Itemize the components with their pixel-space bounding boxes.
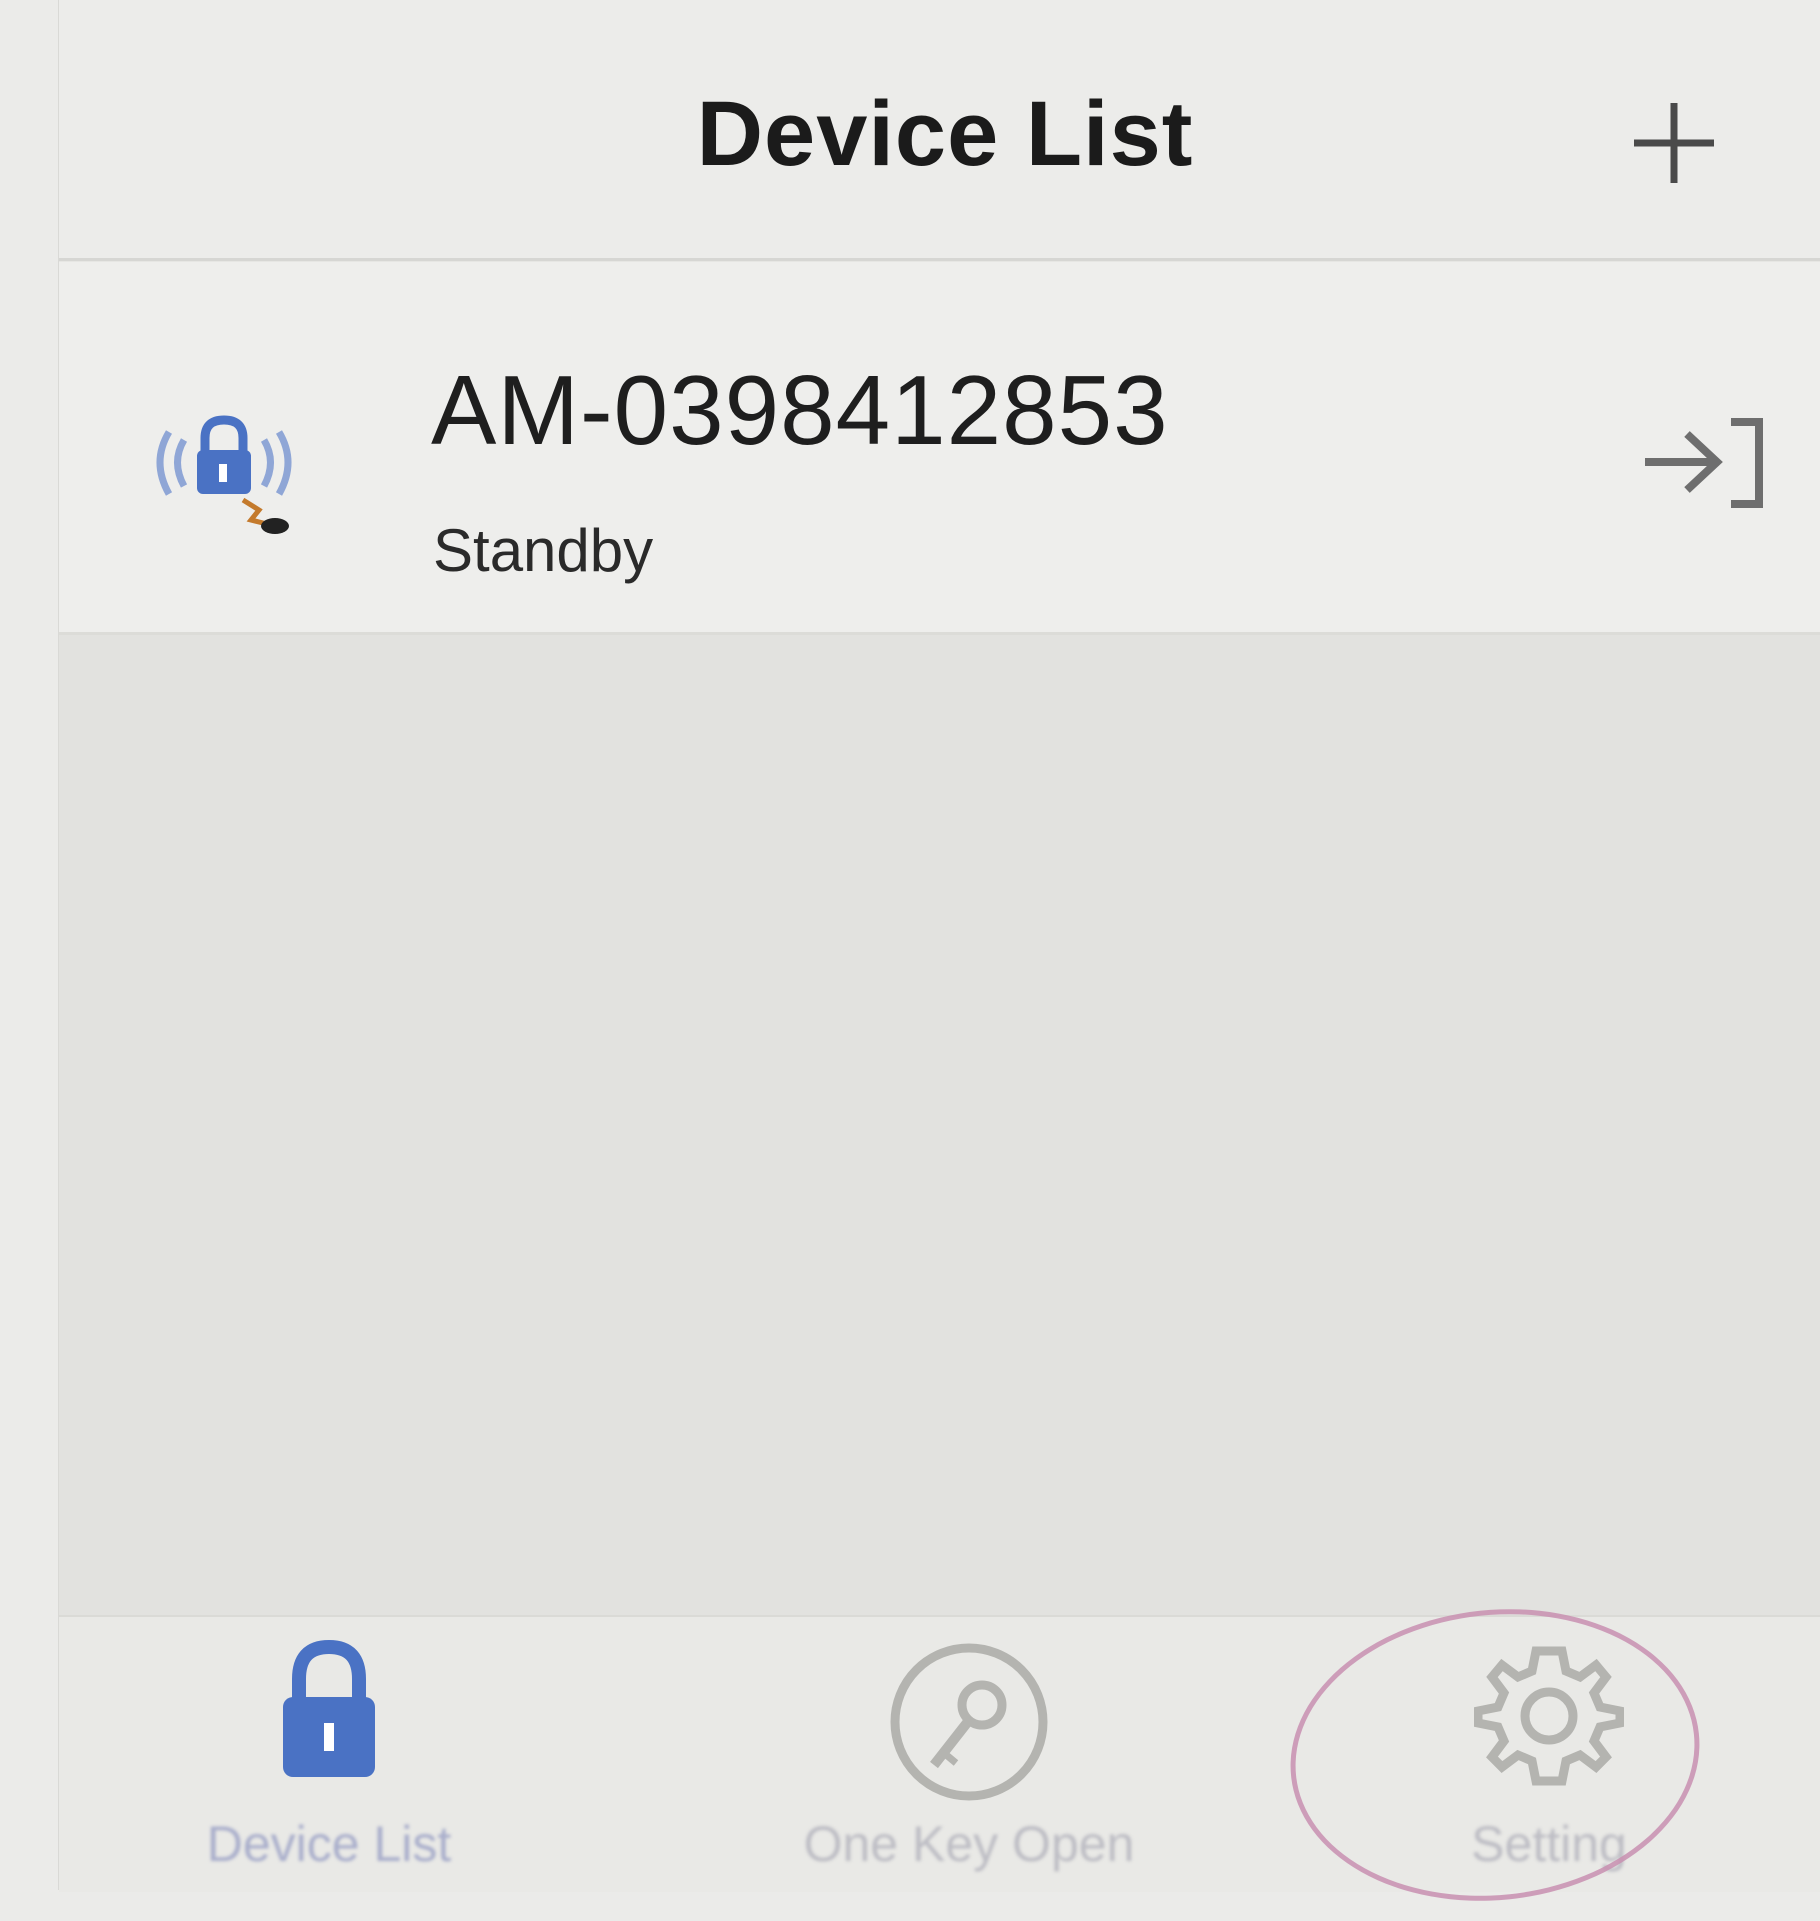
navigation-bar: Device List (59, 0, 1820, 261)
device-status: Standby (433, 517, 654, 584)
empty-content-area (59, 635, 1820, 1615)
app-screen: Device List AM-0398412853 Standby Device… (58, 0, 1820, 1892)
plus-icon (1634, 103, 1714, 183)
tab-device-list[interactable]: Device List (119, 1617, 539, 1892)
lock-icon (283, 1639, 375, 1777)
add-device-button[interactable] (1619, 88, 1729, 198)
tab-label: Device List (206, 1816, 452, 1872)
tab-one-key-open[interactable]: One Key Open (719, 1617, 1219, 1892)
bluetooth-lock-icon (156, 415, 292, 534)
tab-label: One Key Open (803, 1816, 1135, 1872)
key-icon (890, 1643, 1048, 1801)
device-list-item[interactable]: AM-0398412853 Standby (59, 262, 1820, 635)
device-name: AM-0398412853 (431, 355, 1169, 465)
page-title: Device List (696, 83, 1194, 185)
enter-icon[interactable] (1639, 404, 1779, 524)
